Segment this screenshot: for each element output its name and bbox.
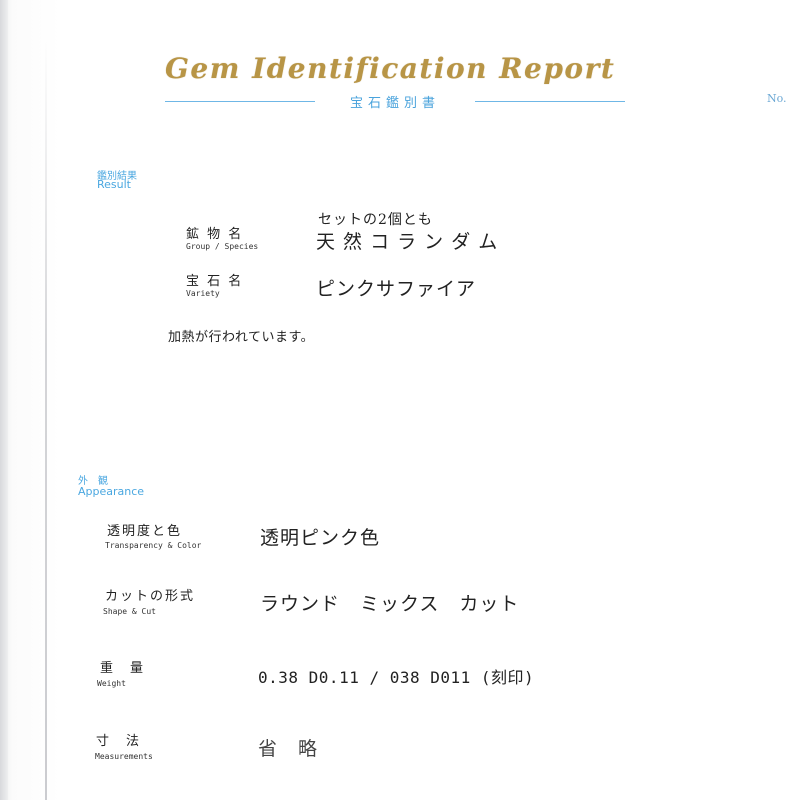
report-subtitle: 宝石鑑別書: [349, 96, 440, 111]
cut-label-ja: カットの形式: [105, 589, 196, 604]
transparency-label-en: Transparency & Color: [105, 541, 202, 550]
measurements-value: 省 略: [258, 738, 319, 760]
result-section-label-en: Result: [97, 178, 131, 191]
subtitle-rule-left: [165, 101, 315, 102]
subtitle-row: 宝石鑑別書: [165, 92, 625, 112]
variety-label-ja: 宝 石 名: [186, 274, 244, 289]
report-title: Gem Identification Report: [165, 52, 616, 85]
species-value-note: セットの2個とも: [318, 212, 433, 228]
cut-value: ラウンド ミックス カット: [260, 593, 520, 615]
cut-label-en: Shape & Cut: [103, 607, 156, 616]
measurements-label-ja: 寸 法: [96, 734, 142, 749]
measurements-label-en: Measurements: [95, 752, 153, 761]
species-label-ja: 鉱 物 名: [186, 227, 244, 242]
species-label-en: Group / Species: [186, 242, 259, 251]
variety-label-en: Variety: [186, 289, 220, 298]
transparency-label-ja: 透明度と色: [107, 524, 183, 539]
weight-label-en: Weight: [97, 679, 126, 688]
report-number-label: No.: [767, 92, 787, 105]
page-edge: [0, 0, 8, 800]
report-page: Gem Identification Report 宝石鑑別書 No. 鑑別結果…: [0, 0, 800, 800]
weight-label-ja: 重 量: [100, 661, 146, 676]
variety-value: ピンクサファイア: [316, 278, 477, 300]
fold-line: [45, 40, 47, 800]
weight-value: 0.38 D0.11 / 038 D011 (刻印): [258, 668, 535, 687]
treatment-note: 加熱が行われています。: [168, 330, 315, 345]
subtitle-rule-right: [475, 101, 625, 102]
appearance-section-label-en: Appearance: [78, 485, 145, 498]
species-value: 天 然 コ ラ ン ダ ム: [316, 231, 499, 253]
transparency-value: 透明ピンク色: [260, 527, 381, 549]
